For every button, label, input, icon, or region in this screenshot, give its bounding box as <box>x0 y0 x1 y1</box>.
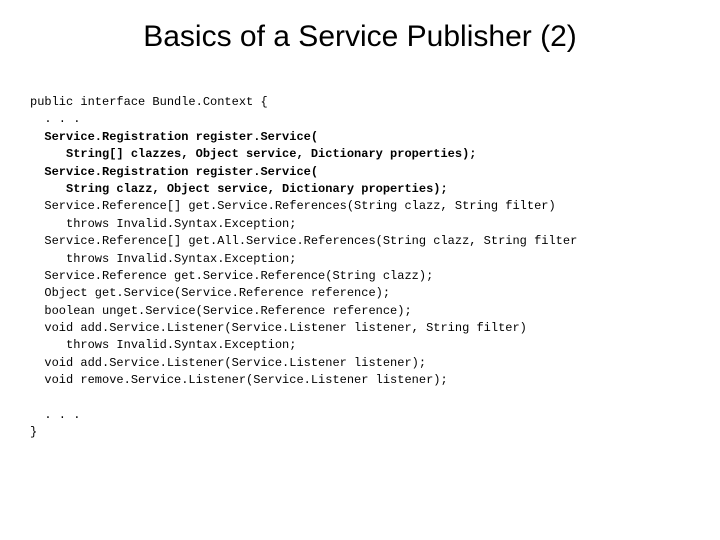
code-line: Service.Registration register.Service( <box>30 165 318 179</box>
code-line: Service.Reference[] get.All.Service.Refe… <box>30 234 577 248</box>
code-line: boolean unget.Service(Service.Reference … <box>30 304 412 318</box>
code-line: String[] clazzes, Object service, Dictio… <box>30 147 476 161</box>
code-line: . . . <box>30 408 80 422</box>
code-line: . . . <box>30 112 80 126</box>
code-line: } <box>30 425 37 439</box>
code-line: void add.Service.Listener(Service.Listen… <box>30 321 527 335</box>
slide: Basics of a Service Publisher (2) public… <box>0 0 720 442</box>
code-line: Service.Reference[] get.Service.Referenc… <box>30 199 556 213</box>
code-line: Service.Registration register.Service( <box>30 130 318 144</box>
code-line: throws Invalid.Syntax.Exception; <box>30 217 296 231</box>
code-line: throws Invalid.Syntax.Exception; <box>30 338 296 352</box>
code-block: public interface Bundle.Context { . . . … <box>30 94 690 442</box>
code-line: Service.Reference get.Service.Reference(… <box>30 269 433 283</box>
page-title: Basics of a Service Publisher (2) <box>30 20 690 54</box>
code-line: String clazz, Object service, Dictionary… <box>30 182 448 196</box>
code-line: public interface Bundle.Context { <box>30 95 268 109</box>
code-line: void add.Service.Listener(Service.Listen… <box>30 356 426 370</box>
code-line: void remove.Service.Listener(Service.Lis… <box>30 373 448 387</box>
code-line: throws Invalid.Syntax.Exception; <box>30 252 296 266</box>
code-line: Object get.Service(Service.Reference ref… <box>30 286 390 300</box>
